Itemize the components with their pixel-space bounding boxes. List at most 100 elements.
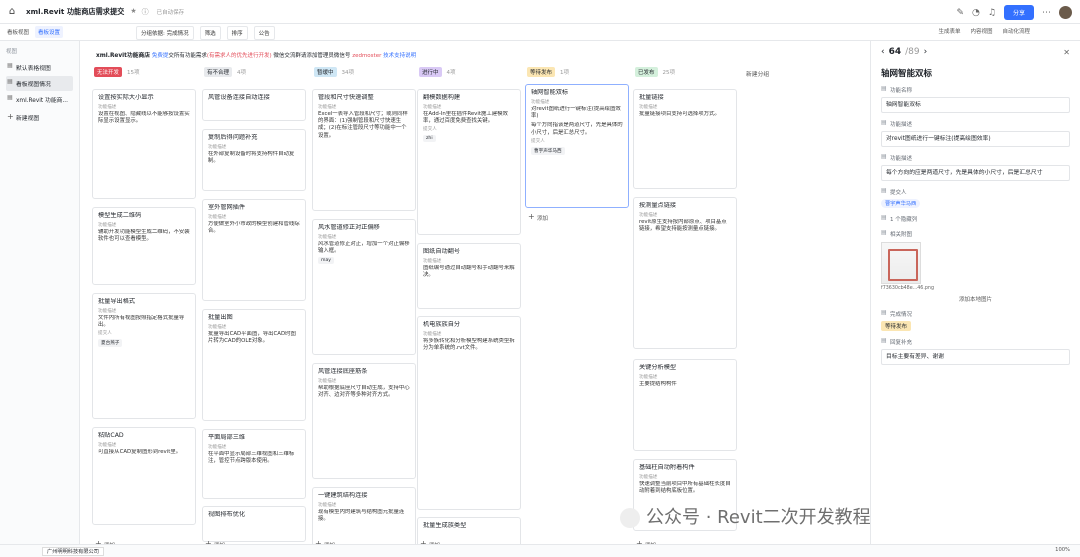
kanban-card[interactable]: 管段和尺寸快速调整 功能描述 Excel一表导入管段和尺寸；或则同样的界面：(1)强… bbox=[312, 89, 416, 211]
field-label: 提交人 bbox=[881, 187, 1070, 196]
sidebar-item-form[interactable]: xml.Revit 功能商... bbox=[6, 92, 73, 107]
kanban-card[interactable]: 风水管道修正对正偏移 功能描述 风水管道修正对正，增加一个对正偏移输入框。 may bbox=[312, 219, 416, 355]
card-field-value: 设置在视图、隐藏线以不能够按设置实际显示设置显示。 bbox=[98, 111, 190, 125]
more-icon[interactable]: ⋯ bbox=[1042, 8, 1051, 18]
kanban-card[interactable]: 设置按实际大小显示 功能描述 设置在视图、隐藏线以不能够按设置实际显示设置显示。 bbox=[92, 89, 196, 199]
next-record-icon[interactable]: › bbox=[924, 47, 928, 57]
zoom-level[interactable]: 100% bbox=[1055, 547, 1070, 553]
submitter-chip[interactable]: zhi bbox=[423, 135, 436, 143]
card-field-value: 文件内所有视图按照指定格式批量导出。 bbox=[98, 315, 185, 329]
star-icon[interactable]: ★ bbox=[130, 7, 136, 17]
kanban-card[interactable]: 批量出图 功能描述 批量导出CAD平面图，导出CAD时图片转为CAD的OLE对象。 bbox=[202, 309, 306, 421]
bell-icon[interactable]: ♫ bbox=[988, 8, 996, 18]
feature-name-field[interactable]: 轴网智能双标 bbox=[881, 97, 1070, 113]
sidebar-header: 视图 bbox=[6, 49, 18, 55]
generate-form-button[interactable]: 生成表单 bbox=[938, 27, 960, 35]
kanban-card[interactable]: 模型生成二维码 功能描述 辅助开发功能模型生成二维码，不安装软件也可以查看模型。 bbox=[92, 207, 196, 285]
kanban-card[interactable]: 翻模数据构建 功能描述 在Add-In里在插件Revit施工建模效率，通过百度免费查… bbox=[417, 89, 521, 235]
hidden-columns-toggle[interactable]: 1 个隐藏列 bbox=[881, 214, 1070, 223]
card-title: 批量导出格式 bbox=[98, 298, 136, 305]
kanban-card[interactable]: 图纸自动翻号 功能描述 图纸编号通过自动翻号和手动翻号来解决。 bbox=[417, 243, 521, 309]
record-total: /89 bbox=[905, 47, 920, 57]
content-view-button[interactable]: 内容视图 bbox=[970, 27, 992, 35]
kanban-card[interactable]: 视图排布优化 bbox=[202, 506, 306, 542]
attachment-thumbnail[interactable] bbox=[881, 242, 921, 284]
add-local-image-button[interactable]: 添加本地图片 bbox=[881, 295, 1070, 303]
board-column: 暂缓中 34项 管段和尺寸快速调整 功能描述 Excel一表导入管段和尺寸；或则同样的界… bbox=[312, 65, 416, 544]
kanban-card[interactable]: 室外管网插件 功能描述 方便做室外小市政的模型创建和管线综合。 bbox=[202, 199, 306, 301]
kanban-card[interactable]: 轴网智能双标 功能描述 对revit图纸进行一键标注(提高绘图效率) 每个方向指该是两… bbox=[525, 84, 629, 208]
column-tag[interactable]: 等待发布 bbox=[527, 67, 556, 77]
view-selector[interactable]: 看板视图 bbox=[4, 26, 32, 38]
card-title: 风管设备连接自动连接 bbox=[208, 94, 270, 101]
sidebar-item-default-table[interactable]: 默认表格视图 bbox=[6, 60, 73, 75]
kanban-card[interactable]: 复制后得问题补充 功能描述 在外部复制设备时将支持构件自动复制。 bbox=[202, 129, 306, 191]
column-tag[interactable]: 无法开发 bbox=[94, 67, 123, 77]
submitter-chip[interactable]: 曹宇声华马西 bbox=[531, 146, 565, 155]
column-count: 15项 bbox=[127, 70, 140, 76]
submitter-chip[interactable]: may bbox=[318, 257, 335, 265]
group-by-button[interactable]: 分组依据: 完成情况 bbox=[136, 26, 194, 40]
kanban-card[interactable]: 平面局部三维 功能描述 在平面中显示局部三维视图和三维标注，管控节点跨版本使用。 bbox=[202, 429, 306, 499]
submitter-chip[interactable]: 夏台燕子 bbox=[98, 339, 123, 348]
info-icon[interactable]: ⓘ bbox=[142, 7, 149, 17]
column-tag[interactable]: 暂缓中 bbox=[314, 67, 337, 77]
feature-desc-field-2[interactable]: 每个方向的应是两道尺寸，先是具体的小尺寸，后是汇总尺寸 bbox=[881, 165, 1070, 181]
board-column: 已发布 25项 批量链接 功能描述 批量链接项目支持可选择项方式。 按测量点链接 功能描述 r… bbox=[633, 65, 737, 544]
reply-field[interactable]: 目标主要有差异、谢谢 bbox=[881, 349, 1070, 365]
submitter-chip[interactable]: 曹宇声华马西 bbox=[881, 199, 921, 208]
kanban-card[interactable]: 按测量点链接 功能描述 revit原生支持按内部原点、项目基点链接，希望支持能按测量… bbox=[633, 197, 737, 349]
avatar[interactable] bbox=[1059, 6, 1072, 19]
card-field-value: 帮助根据底座尺寸自动生成，支持中心对齐、边对齐等多种对齐方式。 bbox=[318, 385, 410, 399]
sort-button[interactable]: 排序 bbox=[226, 26, 248, 40]
sidebar-item-board[interactable]: 看板视图情况 bbox=[6, 76, 73, 91]
prev-record-icon[interactable]: ‹ bbox=[881, 47, 885, 57]
board-description: xml.Revit功能商店 免费提交所有功能需求(有需求人的优先进行开发) 微信… bbox=[96, 53, 417, 59]
card-field-value: 可直接从CAD复制图形到revit里。 bbox=[98, 449, 182, 455]
card-field-value: 现有模型内的建筑与结构图元批量连接。 bbox=[318, 509, 405, 523]
chat-icon[interactable]: ◔ bbox=[972, 8, 980, 18]
card-field-value: 快速调整当前项目中所有基础柱长度自动附着到结构底板位置。 bbox=[639, 481, 731, 495]
card-title: 平面局部三维 bbox=[208, 434, 246, 441]
kanban-card[interactable]: 风管连接底座筋条 功能描述 帮助根据底座尺寸自动生成，支持中心对齐、边对齐等多种对齐… bbox=[312, 363, 416, 479]
new-group-button[interactable]: 新建分组 bbox=[746, 69, 769, 78]
kanban-card[interactable]: 一键建筑结构连接 功能描述 现有模型内的建筑与结构图元批量连接。 bbox=[312, 487, 416, 544]
add-card-button[interactable]: 添加 bbox=[528, 212, 548, 222]
share-button[interactable]: 分享 bbox=[1003, 5, 1034, 20]
card-title: 复制后得问题补充 bbox=[208, 134, 258, 141]
close-icon[interactable]: ✕ bbox=[1063, 48, 1070, 57]
new-view-button[interactable]: 新建视图 bbox=[6, 112, 73, 122]
kanban-card[interactable]: 机电族族自分 功能描述 将多族转化和分析模型构建系统类型拆分为单系统的.rvt文件。 bbox=[417, 316, 521, 510]
automation-button[interactable]: 自动化流程 bbox=[1002, 27, 1030, 35]
card-title: 管段和尺寸快速调整 bbox=[318, 94, 374, 101]
sidebar: 视图 默认表格视图 看板视图情况 xml.Revit 功能商... 新建视图 bbox=[0, 41, 80, 544]
card-title: 机电族族自分 bbox=[423, 321, 461, 328]
kanban-card[interactable]: 风管设备连接自动连接 bbox=[202, 89, 306, 121]
kanban-card[interactable]: 批量生成族类型 bbox=[417, 517, 521, 544]
kanban-card[interactable]: 关键分析模型 功能描述 主要提结构构件 bbox=[633, 359, 737, 451]
card-field-value: 在平面中显示局部三维视图和三维标注，管控节点跨版本使用。 bbox=[208, 451, 295, 465]
toolbar: 看板视图 看板设置 分组依据: 完成情况 筛选 排序 公告 生成表单 内容视图 … bbox=[0, 24, 1080, 41]
notice-button[interactable]: 公告 bbox=[253, 26, 275, 40]
home-icon[interactable]: ⌂ bbox=[6, 6, 18, 18]
board-settings-button[interactable]: 看板设置 bbox=[35, 26, 64, 38]
support-link[interactable]: 技术支持说明 bbox=[383, 53, 416, 59]
column-tag[interactable]: 已发布 bbox=[635, 67, 658, 77]
column-tag[interactable]: 有不合理 bbox=[204, 67, 233, 77]
save-status: 已自动保存 bbox=[156, 9, 185, 16]
kanban-card[interactable]: 批量导出格式 功能描述 文件内所有视图按照指定格式批量导出。 提交人 夏台燕子 bbox=[92, 293, 196, 419]
feature-desc-field[interactable]: 对revit图纸进行一键标注(提高绘图效率) bbox=[881, 131, 1070, 147]
edit-icon[interactable]: ✎ bbox=[957, 8, 965, 18]
card-field-value: 对revit图纸进行一键标注(提高绘图效率) bbox=[531, 106, 621, 120]
field-label: 完成情况 bbox=[881, 309, 1070, 318]
card-title: 室外管网插件 bbox=[208, 204, 246, 211]
column-tag[interactable]: 进行中 bbox=[419, 67, 442, 77]
record-detail-panel: ‹ 64 /89 › ✕ 轴网智能双标 功能名称 轴网智能双标 功能描述 对re… bbox=[870, 41, 1080, 544]
kanban-card[interactable]: 批量链接 功能描述 批量链接项目支持可选择项方式。 bbox=[633, 89, 737, 189]
filter-button[interactable]: 筛选 bbox=[199, 26, 221, 40]
card-title: 按测量点链接 bbox=[639, 202, 677, 209]
card-field-value: 批量导出CAD平面图，导出CAD时图片转为CAD的OLE对象。 bbox=[208, 331, 296, 345]
status-tag[interactable]: 等待发布 bbox=[881, 321, 912, 331]
kanban-card[interactable]: 粘贴CAD 功能描述 可直接从CAD复制图形到revit里。 bbox=[92, 427, 196, 525]
org-name[interactable]: 广州明明科技有限公司 bbox=[42, 547, 104, 556]
